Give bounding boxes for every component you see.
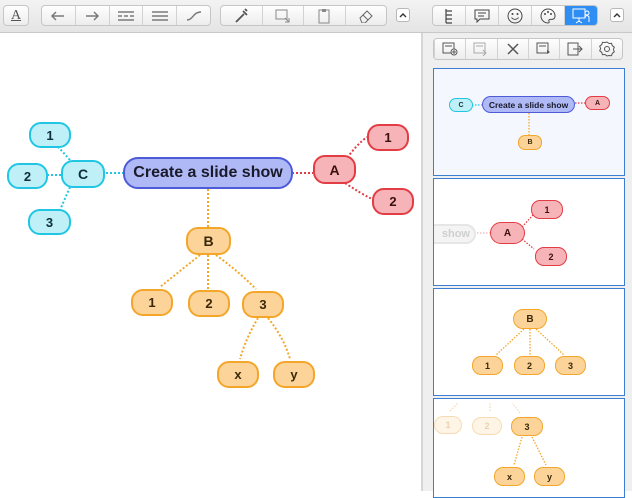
node-b[interactable]: B <box>186 227 231 255</box>
tab-style[interactable] <box>531 6 564 25</box>
slide-4-ghost-1: 1 <box>434 416 462 434</box>
share-button[interactable] <box>559 39 590 59</box>
node-c-3[interactable]: 3 <box>28 209 71 235</box>
image-insert-icon <box>275 9 290 22</box>
eraser-button[interactable] <box>344 6 387 25</box>
tab-emoji[interactable] <box>498 6 531 25</box>
node-a[interactable]: A <box>313 155 356 184</box>
share-icon <box>567 42 584 56</box>
settings-button[interactable] <box>590 39 622 59</box>
settings-icon <box>598 41 615 57</box>
slide-4-node-x: x <box>494 467 525 486</box>
tools-toolbar-group <box>220 5 387 26</box>
slide-3-node-1: 1 <box>472 356 503 375</box>
slide-thumbnail-1[interactable]: C Create a slide show A B <box>433 68 625 176</box>
eraser-icon <box>359 9 373 23</box>
list-button[interactable] <box>142 6 176 25</box>
slide-4-node-y: y <box>534 467 565 486</box>
clipboard-icon <box>318 8 330 23</box>
slide-2-node-1: 1 <box>531 200 563 219</box>
tab-outline[interactable] <box>433 6 465 25</box>
slide-1-node-c: C <box>449 98 473 112</box>
add-slide-icon <box>442 42 458 56</box>
structure-toolbar-group <box>41 5 211 26</box>
emoji-icon <box>507 8 523 23</box>
comment-icon <box>474 9 490 23</box>
node-c-2[interactable]: 2 <box>7 163 48 189</box>
curve-icon <box>186 10 201 21</box>
node-b-3-x[interactable]: x <box>217 361 259 388</box>
node-c-1[interactable]: 1 <box>29 122 71 148</box>
chevron-up-icon <box>399 13 407 18</box>
chevron-up-icon <box>613 13 621 18</box>
node-b-1[interactable]: 1 <box>131 289 173 316</box>
slide-3-node-2: 2 <box>514 356 545 375</box>
text-style-icon: A <box>10 7 22 23</box>
arrow-left-icon <box>51 10 65 21</box>
delete-slide-button[interactable] <box>496 39 528 59</box>
eyedropper-icon <box>235 7 248 23</box>
clipboard-button[interactable] <box>303 6 345 25</box>
layout-structure-button[interactable] <box>108 6 143 25</box>
add-slide-button[interactable] <box>434 39 465 59</box>
slide-thumbnail-4[interactable]: 1 2 3 x y <box>433 398 625 498</box>
main-toolbar: A <box>0 0 632 33</box>
slide-1-node-a: A <box>585 96 610 110</box>
mindmap-canvas[interactable]: Create a slide show A 1 2 C 1 2 3 B 1 2 … <box>0 33 421 491</box>
image-insert-button[interactable] <box>261 6 304 25</box>
collapse-left-button[interactable] <box>396 8 410 22</box>
collapse-right-button[interactable] <box>610 8 624 22</box>
eyedropper-button[interactable] <box>221 6 262 25</box>
slide-2-node-2: 2 <box>535 247 567 266</box>
back-button[interactable] <box>42 6 75 25</box>
slide-3-node-3: 3 <box>555 356 586 375</box>
duplicate-slide-icon <box>473 42 488 56</box>
slide-4-ghost-2: 2 <box>472 417 502 435</box>
slide-export-icon <box>536 42 551 54</box>
forward-button[interactable] <box>74 6 109 25</box>
tab-presentation[interactable] <box>564 6 597 25</box>
node-c[interactable]: C <box>61 160 105 188</box>
tab-comments[interactable] <box>465 6 498 25</box>
slide-1-node-b: B <box>518 135 542 150</box>
slide-2-ghost-root: show <box>434 224 476 244</box>
panel-tabs <box>432 5 598 26</box>
delete-icon <box>507 43 519 55</box>
curve-button[interactable] <box>176 6 210 25</box>
slides-panel: C Create a slide show A B show A 1 2 B 1 <box>423 33 632 498</box>
slide-thumbnail-2[interactable]: show A 1 2 <box>433 178 625 286</box>
slide-thumbnail-3[interactable]: B 1 2 3 <box>433 288 625 396</box>
slide-1-root: Create a slide show <box>482 96 575 113</box>
layout-structure-icon <box>117 10 134 21</box>
node-a-2[interactable]: 2 <box>372 188 414 215</box>
slide-2-node-a: A <box>490 222 525 244</box>
list-icon <box>151 10 168 21</box>
node-b-3-y[interactable]: y <box>273 361 315 388</box>
duplicate-slide-button[interactable] <box>465 39 496 59</box>
slide-3-node-b: B <box>513 309 547 329</box>
slides-toolbar <box>433 38 623 60</box>
palette-icon <box>540 7 556 24</box>
arrow-right-icon <box>86 10 100 21</box>
text-style-button[interactable]: A <box>3 5 29 26</box>
node-b-3[interactable]: 3 <box>242 291 284 318</box>
node-b-2[interactable]: 2 <box>188 290 230 317</box>
presentation-icon <box>572 8 590 23</box>
node-a-1[interactable]: 1 <box>367 124 409 151</box>
slide-4-node-3: 3 <box>511 417 543 436</box>
connection-lines <box>47 136 373 360</box>
slide-export-button[interactable] <box>527 39 559 59</box>
root-node[interactable]: Create a slide show <box>123 157 293 189</box>
outline-icon <box>445 8 452 24</box>
